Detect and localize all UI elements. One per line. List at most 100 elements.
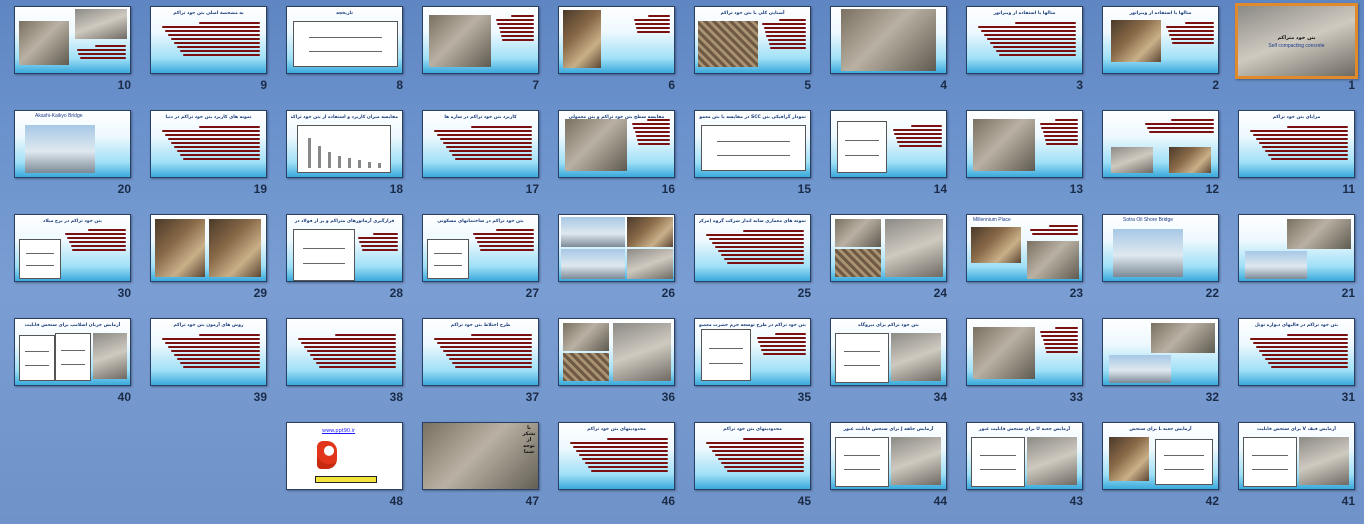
slide-preview[interactable]: Sotra Oil Shore Bridge: [1102, 214, 1219, 282]
slide-preview[interactable]: [14, 6, 131, 74]
slide-thumbnail[interactable]: بتن خود تراکم در قالبهای دیواره تونل 31: [1225, 312, 1361, 413]
slide-thumbnail[interactable]: www.ppt90.ir 48: [273, 416, 409, 517]
slide-preview[interactable]: بتن خود تراکم برای نیروگاه: [830, 318, 947, 386]
slide-thumbnail[interactable]: آشنایی کلی با بتن خود تراکم 5: [681, 0, 817, 101]
slide-bullets: [1039, 117, 1078, 147]
slide-thumbnail[interactable]: 33: [953, 312, 1089, 413]
slide-preview[interactable]: روش های آزمون بتن خود تراکم: [150, 318, 267, 386]
slide-thumbnail[interactable]: 26: [545, 208, 681, 309]
slide-thumbnail[interactable]: مثالها یا استفاده از ویبراتور 3: [953, 0, 1089, 101]
slide-preview[interactable]: تاریخچه: [286, 6, 403, 74]
slide-thumbnail[interactable]: 29: [137, 208, 273, 309]
slide-preview[interactable]: مثالها یا استفاده از ویبراتور: [966, 6, 1083, 74]
slide-preview[interactable]: Millennium Place: [966, 214, 1083, 282]
slide-thumbnail[interactable]: نمودار گرافیکی بتن SCC در مقایسه با بتن …: [681, 104, 817, 205]
slide-preview[interactable]: [830, 6, 947, 74]
slide-thumbnail[interactable]: بتن خود تراکم در ساختمانهای مسکونی 27: [409, 208, 545, 309]
slide-preview[interactable]: با تشکر از توجه شما: [422, 422, 539, 490]
slide-thumbnail[interactable]: محدودیتهای بتن خود تراکم 45: [681, 416, 817, 517]
slide-thumbnail[interactable]: 36: [545, 312, 681, 413]
slide-preview[interactable]: مزایای بتن خود تراکم: [1238, 110, 1355, 178]
slide-thumbnail[interactable]: 7: [409, 0, 545, 101]
slide-preview[interactable]: www.ppt90.ir: [286, 422, 403, 490]
slide-preview[interactable]: نمونه های معماری سایه انداز شرکت گروه (م…: [694, 214, 811, 282]
slide-preview[interactable]: قرارگیری آرماتورهای متراکم و پر از فولاد…: [286, 214, 403, 282]
slide-preview[interactable]: [558, 318, 675, 386]
slide-preview[interactable]: [422, 6, 539, 74]
slide-thumbnail[interactable]: آزمایش قیف V برای سنجش قابلیت 41: [1225, 416, 1361, 517]
slide-thumbnail[interactable]: Millennium Place 23: [953, 208, 1089, 309]
slide-thumbnail[interactable]: محدودیتهای بتن خود تراکم 46: [545, 416, 681, 517]
slide-thumbnail[interactable]: مزایای بتن خود تراکم 11: [1225, 104, 1361, 205]
slide-thumbnail[interactable]: Akashi-Kaikyo Bridge 20: [1, 104, 137, 205]
slide-preview[interactable]: نمودار گرافیکی بتن SCC در مقایسه با بتن …: [694, 110, 811, 178]
slide-thumbnail[interactable]: مثالها یا استفاده از ویبراتور 2: [1089, 0, 1225, 101]
slide-preview[interactable]: [150, 214, 267, 282]
slide-preview[interactable]: [1238, 214, 1355, 282]
slide-preview[interactable]: مثالها یا استفاده از ویبراتور: [1102, 6, 1219, 74]
slide-preview[interactable]: آزمایش حلقه J برای سنجش قابلیت عبور: [830, 422, 947, 490]
slide-thumbnail[interactable]: 10: [1, 0, 137, 101]
promo-link[interactable]: www.ppt90.ir: [322, 428, 355, 434]
slide-thumbnail[interactable]: تاریخچه 8: [273, 0, 409, 101]
slide-preview[interactable]: [966, 318, 1083, 386]
slide-preview[interactable]: محدودیتهای بتن خود تراکم: [694, 422, 811, 490]
slide-thumbnail[interactable]: قرارگیری آرماتورهای متراکم و پر از فولاد…: [273, 208, 409, 309]
slide-thumbnail[interactable]: آزمایش جعبه L برای سنجش 42: [1089, 416, 1225, 517]
slide-number: 27: [525, 286, 539, 300]
slide-thumbnail[interactable]: 12: [1089, 104, 1225, 205]
slide-thumbnail[interactable]: 38: [273, 312, 409, 413]
slide-thumbnail[interactable]: 24: [817, 208, 953, 309]
slide-preview[interactable]: [286, 318, 403, 386]
slide-preview[interactable]: [558, 6, 675, 74]
slide-thumbnail[interactable]: به مشخصه اصلی بتن خود تراکم 9: [137, 0, 273, 101]
slide-thumbnail[interactable]: 4: [817, 0, 953, 101]
slide-thumbnail[interactable]: آزمایش حلقه J برای سنجش قابلیت عبور 44: [817, 416, 953, 517]
slide-preview[interactable]: مقایسه سطح بتن خود تراکم و بتن معمولی: [558, 110, 675, 178]
slide-thumbnail[interactable]: بتن خود تراکم در طرح توسعه حرم حضرت معصو…: [681, 312, 817, 413]
slide-thumbnail[interactable]: با تشکر از توجه شما 47: [409, 416, 545, 517]
slide-preview[interactable]: آزمایش قیف V برای سنجش قابلیت: [1238, 422, 1355, 490]
slide-preview[interactable]: Akashi-Kaikyo Bridge: [14, 110, 131, 178]
slide-preview[interactable]: کاربرد بتن خود تراکم در سازه ها: [422, 110, 539, 178]
slide-thumbnail[interactable]: بتن خود متراکم Self compacting concrete 1: [1225, 0, 1361, 101]
slide-thumbnail[interactable]: نمونه های کاربرد بتن خود تراکم در دنیا 19: [137, 104, 273, 205]
slide-preview[interactable]: [1102, 318, 1219, 386]
slide-preview[interactable]: بتن خود متراکم Self compacting concrete: [1235, 3, 1358, 79]
slide-thumbnail[interactable]: Sotra Oil Shore Bridge 22: [1089, 208, 1225, 309]
slide-preview[interactable]: بتن خود تراکم در برج میلاد: [14, 214, 131, 282]
slide-thumbnail[interactable]: آزمایش جعبه U برای سنجش قابلیت عبور 43: [953, 416, 1089, 517]
slide-preview[interactable]: [830, 110, 947, 178]
slide-thumbnail[interactable]: نمونه های معماری سایه انداز شرکت گروه (م…: [681, 208, 817, 309]
slide-thumbnail[interactable]: مقایسه سطح بتن خود تراکم و بتن معمولی 16: [545, 104, 681, 205]
slide-preview[interactable]: [1102, 110, 1219, 178]
slide-preview[interactable]: آزمایش جریان اسلامپ برای سنجش قابلیت: [14, 318, 131, 386]
slide-preview[interactable]: طرح اختلاط بتن خود تراکم: [422, 318, 539, 386]
slide-preview[interactable]: [558, 214, 675, 282]
slide-preview[interactable]: بتن خود تراکم در قالبهای دیواره تونل: [1238, 318, 1355, 386]
slide-thumbnail[interactable]: 21: [1225, 208, 1361, 309]
slide-thumbnail[interactable]: 13: [953, 104, 1089, 205]
slide-preview[interactable]: آزمایش جعبه L برای سنجش: [1102, 422, 1219, 490]
bullet-line: [1041, 127, 1078, 129]
slide-thumbnail[interactable]: آزمایش جریان اسلامپ برای سنجش قابلیت 40: [1, 312, 137, 413]
slide-preview[interactable]: [830, 214, 947, 282]
slide-thumbnail[interactable]: بتن خود تراکم در برج میلاد 30: [1, 208, 137, 309]
slide-thumbnail[interactable]: مقایسه میزان کاربرد و استفاده از بتن خود…: [273, 104, 409, 205]
slide-thumbnail[interactable]: 14: [817, 104, 953, 205]
slide-thumbnail[interactable]: 32: [1089, 312, 1225, 413]
slide-preview[interactable]: [966, 110, 1083, 178]
slide-preview[interactable]: آزمایش جعبه U برای سنجش قابلیت عبور: [966, 422, 1083, 490]
slide-preview[interactable]: به مشخصه اصلی بتن خود تراکم: [150, 6, 267, 74]
slide-thumbnail[interactable]: بتن خود تراکم برای نیروگاه 34: [817, 312, 953, 413]
slide-thumbnail[interactable]: روش های آزمون بتن خود تراکم 39: [137, 312, 273, 413]
slide-preview[interactable]: بتن خود تراکم در ساختمانهای مسکونی: [422, 214, 539, 282]
slide-preview[interactable]: بتن خود تراکم در طرح توسعه حرم حضرت معصو…: [694, 318, 811, 386]
slide-preview[interactable]: نمونه های کاربرد بتن خود تراکم در دنیا: [150, 110, 267, 178]
slide-thumbnail[interactable]: طرح اختلاط بتن خود تراکم 37: [409, 312, 545, 413]
slide-thumbnail[interactable]: کاربرد بتن خود تراکم در سازه ها 17: [409, 104, 545, 205]
slide-preview[interactable]: آشنایی کلی با بتن خود تراکم: [694, 6, 811, 74]
slide-thumbnail[interactable]: 6: [545, 0, 681, 101]
slide-preview[interactable]: محدودیتهای بتن خود تراکم: [558, 422, 675, 490]
slide-preview[interactable]: مقایسه میزان کاربرد و استفاده از بتن خود…: [286, 110, 403, 178]
